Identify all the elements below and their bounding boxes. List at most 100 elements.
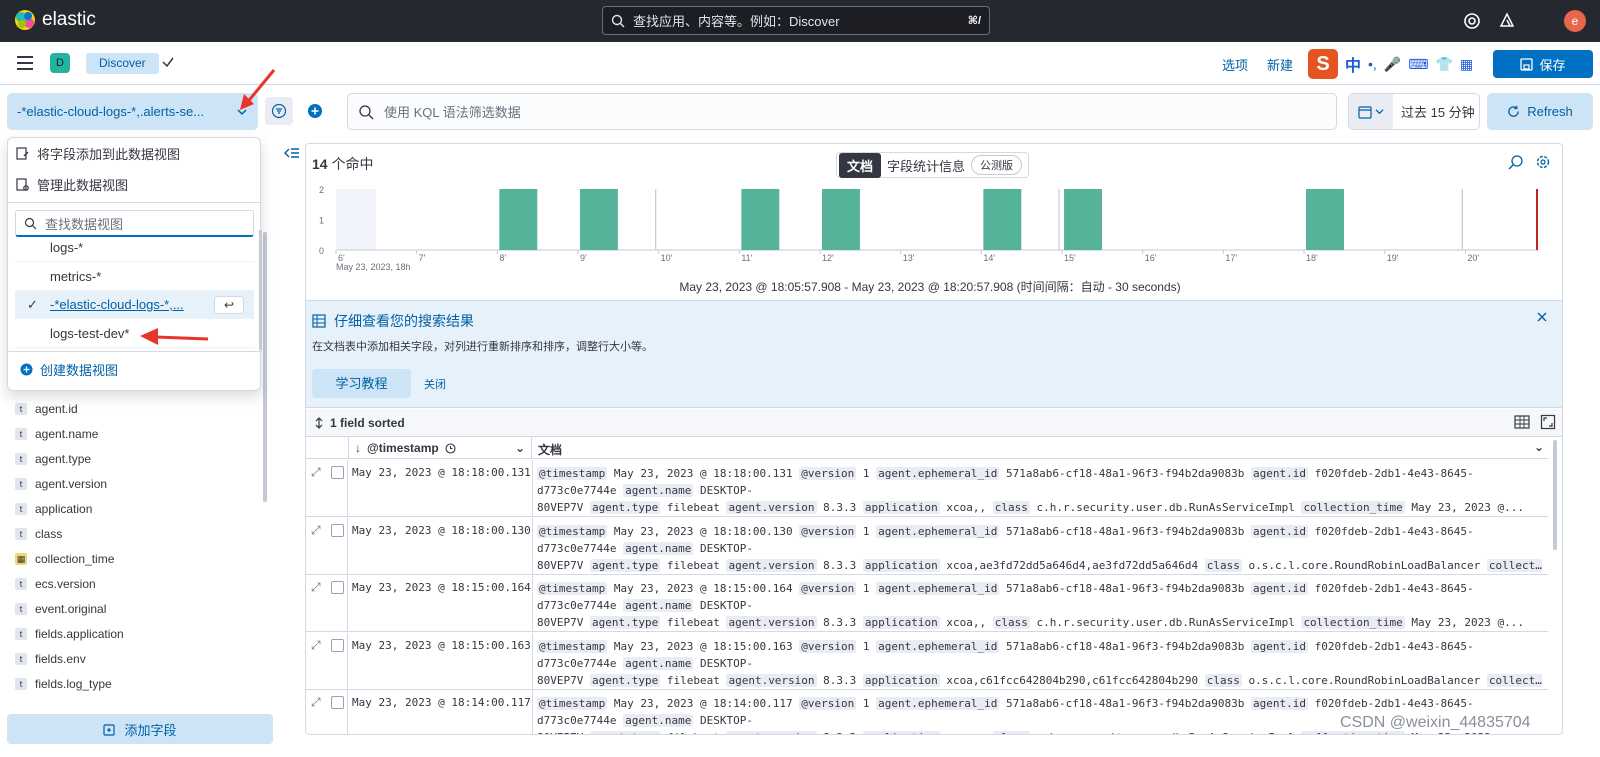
- help-lifebuoy-icon[interactable]: [1462, 11, 1482, 31]
- table-row[interactable]: ⤢ May 23, 2023 @ 18:18:00.130 @timestamp M…: [306, 517, 1548, 575]
- gear-icon[interactable]: [1535, 154, 1551, 170]
- expand-icon[interactable]: ⤢: [311, 580, 321, 595]
- callout-dismiss-link[interactable]: 关闭: [424, 376, 446, 392]
- keyboard-icon[interactable]: ⌨: [1408, 56, 1428, 73]
- field-value: filebeat: [666, 558, 720, 572]
- field-value: 80VEP7V: [537, 501, 584, 514]
- options-link[interactable]: 选项: [1222, 55, 1248, 74]
- field-item[interactable]: t agent.version: [15, 477, 107, 491]
- tab-documents[interactable]: 文档: [839, 152, 882, 178]
- field-item[interactable]: t fields.env: [15, 652, 86, 666]
- column-header-document[interactable]: 文档: [538, 441, 562, 458]
- kql-search-input[interactable]: 使用 KQL 语法筛选数据: [347, 93, 1337, 130]
- space-avatar[interactable]: D: [50, 53, 70, 73]
- refresh-button[interactable]: Refresh: [1487, 93, 1593, 130]
- ime-chinese-mode[interactable]: 中: [1345, 52, 1361, 76]
- field-key: @timestamp: [537, 582, 608, 595]
- document-line: @timestamp May 23, 2023 @ 18:18:00.130 @…: [537, 523, 1542, 540]
- string-type-icon: t: [15, 678, 27, 690]
- data-view-picker[interactable]: -*elastic-cloud-logs-*,.alerts-se...: [7, 93, 258, 130]
- data-view-option[interactable]: logs-test-dev*: [15, 320, 254, 348]
- hits-label: 个命中: [331, 156, 374, 172]
- chevron-down-icon[interactable]: ⌄: [515, 441, 525, 455]
- field-item[interactable]: t agent.type: [15, 452, 91, 466]
- expand-icon[interactable]: ⤢: [311, 465, 321, 480]
- sorted-fields-label[interactable]: 1 field sorted: [330, 416, 405, 430]
- time-range-label[interactable]: 过去 15 分钟: [1393, 102, 1475, 121]
- sort-icon[interactable]: [314, 416, 324, 429]
- create-data-view-button[interactable]: 创建数据视图: [20, 360, 118, 379]
- table-scrollbar[interactable]: [1553, 440, 1557, 550]
- field-name: ecs.version: [35, 577, 96, 591]
- row-timestamp: May 23, 2023 @ 18:18:00.131: [352, 466, 531, 479]
- field-item[interactable]: t application: [15, 502, 92, 516]
- table-row[interactable]: ⤢ May 23, 2023 @ 18:15:00.163 @timestamp M…: [306, 632, 1548, 690]
- row-checkbox[interactable]: [331, 523, 344, 537]
- sidebar-scrollbar[interactable]: [263, 232, 267, 502]
- add-field-icon: [103, 723, 116, 736]
- tab-field-statistics[interactable]: 字段统计信息: [887, 156, 965, 175]
- microphone-icon[interactable]: 🎤: [1384, 56, 1401, 73]
- quick-select-button[interactable]: [1349, 94, 1393, 129]
- row-checkbox[interactable]: [331, 581, 344, 594]
- collapse-sidebar-icon[interactable]: [284, 146, 300, 160]
- data-view-option[interactable]: logs-*: [15, 234, 254, 262]
- field-item[interactable]: t ecs.version: [15, 577, 96, 591]
- expand-icon[interactable]: ⤢: [311, 523, 321, 538]
- punctuation-icon[interactable]: •,: [1368, 56, 1377, 72]
- table-row[interactable]: ⤢ May 23, 2023 @ 18:15:00.164 @timestamp M…: [306, 575, 1548, 632]
- field-key: collection_time...: [1486, 558, 1542, 572]
- table-icon: [312, 314, 326, 328]
- add-field-button[interactable]: 添加字段: [7, 714, 273, 744]
- ime-toolbar[interactable]: S 中 •, 🎤 ⌨ 👕 ▦: [1308, 49, 1482, 79]
- expand-icon[interactable]: ⤢: [311, 695, 321, 710]
- expand-icon[interactable]: ⤢: [311, 638, 321, 653]
- field-item[interactable]: t event.original: [15, 602, 106, 616]
- data-view-option[interactable]: metrics-*: [15, 263, 254, 291]
- menu-icon[interactable]: [17, 56, 33, 70]
- field-name: collection_time: [35, 552, 115, 566]
- row-checkbox[interactable]: [331, 696, 344, 709]
- grid-density-icon[interactable]: [1514, 414, 1530, 430]
- document-line: 80VEP7V agent.type filebeat agent.versio…: [537, 557, 1542, 574]
- skin-icon[interactable]: 👕: [1435, 56, 1452, 73]
- time-picker[interactable]: 过去 15 分钟: [1348, 93, 1480, 130]
- save-button[interactable]: 保存: [1493, 50, 1593, 78]
- new-link[interactable]: 新建: [1267, 55, 1293, 74]
- global-search-input[interactable]: 查找应用、内容等。例如：Discover ⌘/: [602, 6, 990, 35]
- manage-data-view-action[interactable]: 管理此数据视图: [16, 175, 128, 194]
- data-view-option[interactable]: ✓ -*elastic-cloud-logs-*,... ↩: [15, 291, 254, 319]
- column-header-timestamp[interactable]: ↓ @timestamp ⌄: [348, 437, 532, 459]
- user-avatar[interactable]: e: [1564, 10, 1586, 32]
- field-item[interactable]: ▦ collection_time: [15, 552, 114, 566]
- field-item[interactable]: t agent.name: [15, 427, 98, 441]
- popover-scrollbar[interactable]: [259, 230, 262, 350]
- inspect-icon[interactable]: [1508, 154, 1524, 170]
- fullscreen-icon[interactable]: [1540, 414, 1556, 430]
- add-filter-button[interactable]: [301, 97, 329, 125]
- row-checkbox[interactable]: [331, 638, 344, 652]
- document-line: d773c0e7744e agent.name DESKTOP-: [537, 482, 1542, 499]
- breadcrumb-discover[interactable]: Discover: [86, 53, 159, 74]
- chevron-down-icon[interactable]: ⌄: [1534, 440, 1544, 454]
- field-item[interactable]: t agent.id: [15, 402, 78, 416]
- take-tour-button[interactable]: 学习教程: [312, 369, 411, 398]
- data-view-search-input[interactable]: 查找数据视图: [15, 210, 254, 237]
- row-checkbox[interactable]: [331, 466, 344, 479]
- table-header: ↓ @timestamp ⌄ 文档 ⌄: [306, 437, 1548, 459]
- field-item[interactable]: t fields.application: [15, 627, 124, 641]
- field-item[interactable]: t class: [15, 527, 62, 541]
- field-value: f020fdeb-2db1-4e43-8645-: [1314, 639, 1474, 653]
- data-view-option-label: logs-test-dev*: [50, 325, 130, 341]
- add-field-to-view-action[interactable]: 将字段添加到此数据视图: [16, 144, 180, 163]
- global-search-placeholder: 查找应用、内容等。例如：Discover: [633, 14, 840, 29]
- field-key: agent.type: [589, 673, 661, 687]
- news-feed-icon[interactable]: [1497, 11, 1517, 31]
- table-row[interactable]: ⤢ May 23, 2023 @ 18:18:00.131 @timestamp M…: [306, 460, 1548, 517]
- toolbox-icon[interactable]: ▦: [1460, 56, 1473, 73]
- close-icon[interactable]: [1536, 311, 1548, 323]
- field-item[interactable]: t fields.log_type: [15, 677, 112, 691]
- histogram-chart[interactable]: 0126' 7' 8' 9' 10' 11' 12' 13' 14' 15' 16' 17' 18' 19…: [306, 184, 1563, 279]
- field-name: application: [35, 502, 93, 516]
- elastic-logo[interactable]: elastic: [14, 9, 96, 31]
